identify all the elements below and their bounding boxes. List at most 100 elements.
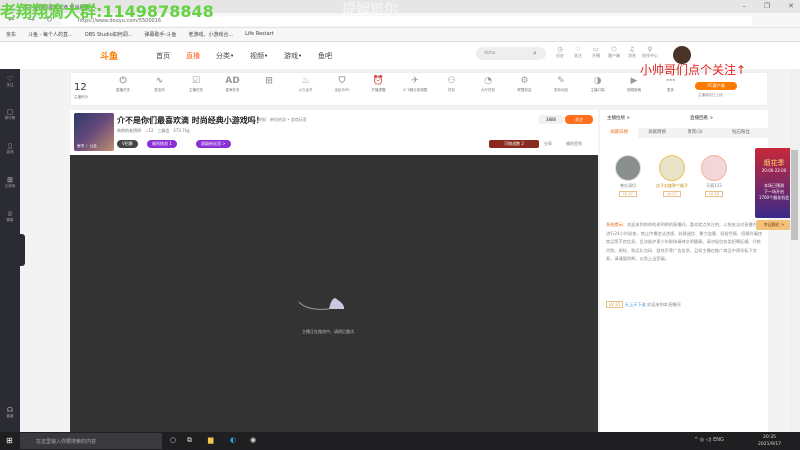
toolbar-tool[interactable]: ♨ 火力全开 xyxy=(293,76,319,93)
toolbar-tool[interactable]: ◑ 主播口袋 xyxy=(585,76,611,93)
tool-label: 主播口袋 xyxy=(590,88,605,92)
tab-vip[interactable]: 贵宾(3) xyxy=(676,128,714,138)
header-creator[interactable]: ♀ 创作中心 xyxy=(641,46,659,59)
taskbar-search[interactable]: 在这里输入你要搜索的内容 xyxy=(20,433,162,449)
page-scrollbar[interactable] xyxy=(790,69,800,432)
header-messages[interactable]: ♫ 消息 xyxy=(623,46,641,59)
sidebar-item-follow[interactable]: ♡ 关注 xyxy=(0,75,20,88)
file-explorer-icon[interactable]: ▆ xyxy=(208,436,213,444)
sidebar-item-ranking[interactable]: ▢ 排行榜 xyxy=(0,108,20,121)
toolbar-tool[interactable]: AD 星海任务 xyxy=(220,76,246,93)
room-cover[interactable]: 鱼吧 丨 公告 xyxy=(74,113,114,151)
header-client[interactable]: ⬡ 客户端 xyxy=(605,46,623,59)
checkin-button[interactable]: 福利签到 xyxy=(566,141,582,147)
level: 三级会 xyxy=(157,128,170,133)
header-history[interactable]: ◷ 历史 xyxy=(551,46,569,59)
fan-club-pill[interactable]: 超级粉丝团 > xyxy=(196,140,231,148)
tool-label: 开播提醒 xyxy=(371,88,386,92)
room-meta: 举报 单机热游 • 游戏玩家 xyxy=(258,117,307,123)
streamer-name[interactable]: 帅帅的老明明 xyxy=(117,128,141,133)
toolbar-tool[interactable]: ⏻ 直播开关 xyxy=(110,76,136,93)
bookmark[interactable]: 斗鱼 - 每个人的直... xyxy=(28,31,73,41)
nav-live[interactable]: 直播 xyxy=(186,51,200,61)
video-player[interactable] xyxy=(70,155,598,432)
pc-client-button[interactable]: PC客户端 xyxy=(695,82,737,90)
share-button[interactable]: 分享 xyxy=(544,141,552,147)
task-view-icon[interactable]: ⧉ xyxy=(187,436,192,445)
nav-home[interactable]: 首页 xyxy=(156,51,170,61)
edge-icon[interactable]: ◐ xyxy=(230,436,236,444)
rank-item[interactable]: 庄子右旋钟个猴子 LV 27 xyxy=(652,155,692,197)
challenge-badge[interactable]: 可挑战数 2 xyxy=(489,140,539,148)
toolbar-tool[interactable]: ⋯ 更多 xyxy=(658,76,684,93)
cortana-icon[interactable]: ○ xyxy=(170,436,176,444)
tool-icon: ⏰ xyxy=(372,76,385,86)
sidebar-item-esports[interactable]: ♕ 赛事 xyxy=(0,210,20,223)
search-icon[interactable]: ⌕ xyxy=(533,49,537,58)
bookmark[interactable]: 弹幕助手-斗鱼 xyxy=(145,31,177,41)
tool-icon: ✎ xyxy=(557,76,565,86)
windows-start-icon[interactable]: ⊞ xyxy=(6,436,13,445)
tab-weekly[interactable]: 贡献周榜 xyxy=(638,128,676,138)
rank-item[interactable]: 天痕123 LV 16 xyxy=(699,155,729,197)
nav-video[interactable]: 视频• xyxy=(250,51,268,61)
toolbar-tool[interactable]: ∿ 麦克风 xyxy=(147,76,173,93)
header-follow[interactable]: ♡ 关注 xyxy=(569,46,587,59)
bookmark[interactable]: 老游戏、小游戏合... xyxy=(188,31,233,41)
nav-yuba[interactable]: 鱼吧 xyxy=(318,51,332,61)
toolbar-tool[interactable]: ▶ 视频投稿 xyxy=(621,76,647,93)
follow-button[interactable]: 关注 xyxy=(565,115,593,124)
tool-icon: ⏻ xyxy=(119,76,127,86)
minimize-icon[interactable]: – xyxy=(742,2,746,10)
tab-daily[interactable]: 贡献日榜 xyxy=(600,128,638,138)
toolbar-tool[interactable]: ⚙ 联盟权益 xyxy=(512,76,538,93)
lucky-button[interactable]: 幸运翻花 > xyxy=(756,220,792,230)
room-category[interactable]: 单机热游 • 游戏玩家 xyxy=(270,117,307,122)
toolbar-tool[interactable]: ✈ 小飞碟分成调整 xyxy=(402,76,428,93)
header-broadcast[interactable]: ▭ 开播 xyxy=(587,46,605,59)
bookmark[interactable]: 京东 xyxy=(6,31,16,41)
tool-label: 小飞碟分成调整 xyxy=(402,88,428,92)
system-tray[interactable]: ^ ◎ ◁) ENG xyxy=(694,437,724,443)
streamer-score: 12 xyxy=(74,82,87,93)
restore-icon[interactable]: ❐ xyxy=(764,2,770,10)
tool-icon: ♨ xyxy=(301,76,310,86)
tool-label: 火力全开 xyxy=(298,88,313,92)
window-controls: – ❐ ✕ xyxy=(742,2,794,10)
sidebar-expand-handle[interactable] xyxy=(20,234,25,266)
bookmark[interactable]: OBS Studio如何调... xyxy=(85,31,133,41)
rank-item[interactable]: 善在清切 LV 17 xyxy=(613,155,643,197)
recruit-pill[interactable]: V招募 xyxy=(117,140,138,148)
close-icon[interactable]: ✕ xyxy=(788,2,794,10)
nav-games[interactable]: 游戏• xyxy=(284,51,302,61)
bookmark[interactable]: Life Restart xyxy=(245,31,274,41)
sidebar-item-games[interactable]: ▯ 游戏 xyxy=(0,142,20,155)
rank-link[interactable]: 主播拉榜 > xyxy=(607,115,630,121)
clock[interactable]: 20:35 2021/9/17 xyxy=(758,434,781,448)
toolbar-tool[interactable]: ✎ 发布动态 xyxy=(548,76,574,93)
toolbar-tool[interactable]: ⏰ 开播提醒 xyxy=(366,76,392,93)
fireworks-ad[interactable]: 烟花季 20:00-22:00 本场已预测 下一场开启 1700个烟花机会 xyxy=(755,148,793,218)
toolbar-tool[interactable]: ⚇ 好友 xyxy=(439,76,465,93)
obs-icon[interactable]: ◉ xyxy=(250,436,256,444)
toolbar-tool[interactable]: ⛉ 全民乐PK xyxy=(329,76,355,93)
replay-link[interactable]: 直播回看 > xyxy=(690,115,713,121)
loading-icon xyxy=(298,298,345,310)
toolbar-tool[interactable]: ⊞ xyxy=(256,76,282,88)
tool-label: 直播开关 xyxy=(116,88,130,92)
tab-diamond[interactable]: 钻石粉丝 xyxy=(714,128,768,138)
report-link[interactable]: 举报 xyxy=(258,117,266,122)
tool-icon: ◔ xyxy=(484,76,492,86)
tool-label: 大厅任务 xyxy=(481,88,495,92)
challenge-pill[interactable]: 福利挑战 1 xyxy=(147,140,177,148)
scrollbar-thumb[interactable] xyxy=(791,150,798,240)
toolbar-tool[interactable]: ◔ 大厅任务 xyxy=(475,76,501,93)
sidebar-item-support[interactable]: ☊ 客服 xyxy=(0,406,20,419)
toolbar-tool[interactable]: ☑ 主播任务 xyxy=(183,76,209,93)
tool-icon: ⛉ xyxy=(338,76,346,86)
cover-label: 鱼吧 丨 公告 xyxy=(77,144,97,148)
sidebar-item-cloud-games[interactable]: ⊞ 云游戏 xyxy=(0,176,20,189)
tool-icon: ◑ xyxy=(593,76,602,86)
nav-category[interactable]: 分类• xyxy=(216,51,234,61)
douyu-logo[interactable]: 斗鱼 xyxy=(100,49,132,62)
